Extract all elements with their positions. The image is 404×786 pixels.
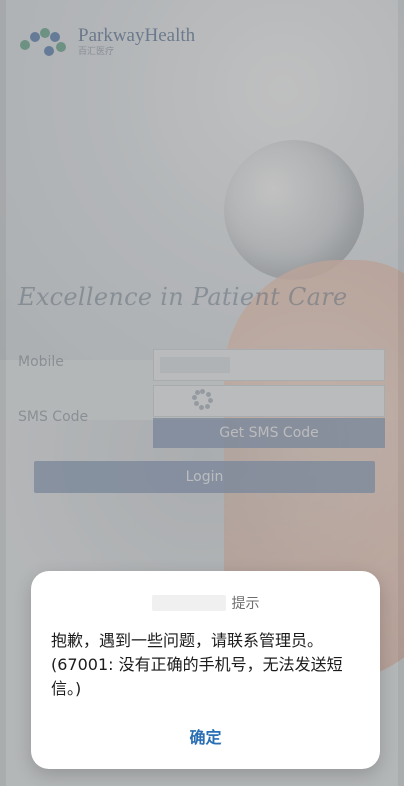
title-redaction <box>151 595 226 611</box>
confirm-button[interactable]: 确定 <box>31 721 380 751</box>
right-edge <box>398 0 404 786</box>
dialog-title: 提示 <box>31 593 380 613</box>
login-screen: ParkwayHealth 百汇医疗 Excellence in Patient… <box>0 0 404 786</box>
dialog-message: 抱歉，遇到一些问题，请联系管理员。(67001: 没有正确的手机号，无法发送短信… <box>51 631 343 698</box>
left-edge <box>0 0 6 786</box>
dialog-title-text: 提示 <box>231 596 260 612</box>
error-dialog: 提示 抱歉，遇到一些问题，请联系管理员。(67001: 没有正确的手机号，无法发… <box>31 571 380 769</box>
